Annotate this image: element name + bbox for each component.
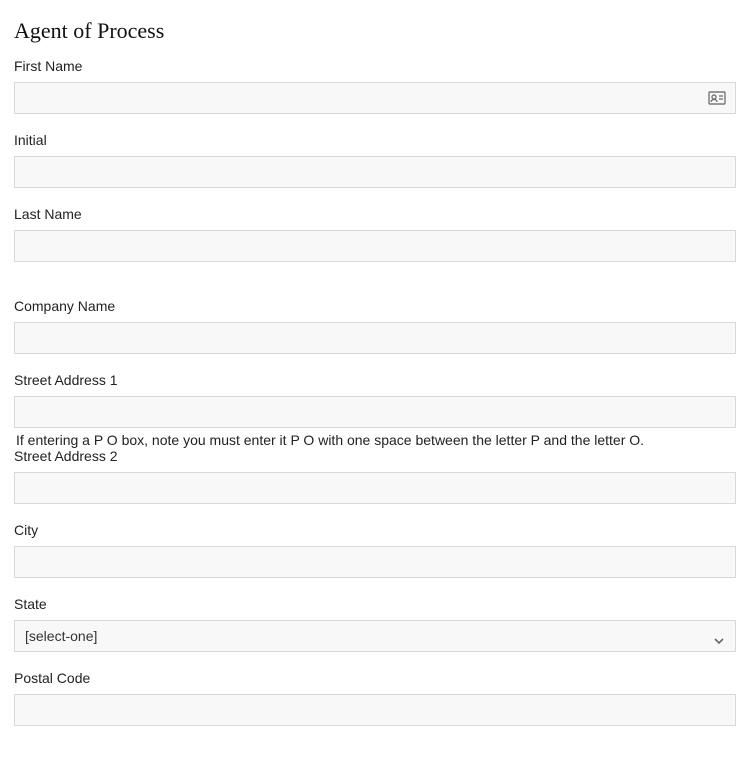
field-postal-code: Postal Code	[14, 670, 736, 726]
street-address-2-label: Street Address 2	[14, 448, 736, 464]
street-address-2-input[interactable]	[14, 472, 736, 504]
postal-code-input[interactable]	[14, 694, 736, 726]
city-label: City	[14, 522, 736, 538]
field-first-name: First Name	[14, 58, 736, 114]
street-address-1-label: Street Address 1	[14, 372, 736, 388]
postal-code-label: Postal Code	[14, 670, 736, 686]
field-company-name: Company Name	[14, 298, 736, 354]
field-initial: Initial	[14, 132, 736, 188]
first-name-label: First Name	[14, 58, 736, 74]
field-city: City	[14, 522, 736, 578]
page-title: Agent of Process	[14, 18, 736, 44]
state-label: State	[14, 596, 736, 612]
field-last-name: Last Name	[14, 206, 736, 262]
field-state: State [select-one]	[14, 596, 736, 652]
street-address-1-help: If entering a P O box, note you must ent…	[14, 432, 736, 448]
first-name-input[interactable]	[14, 82, 736, 114]
city-input[interactable]	[14, 546, 736, 578]
company-name-input[interactable]	[14, 322, 736, 354]
field-street-address-1: Street Address 1 If entering a P O box, …	[14, 372, 736, 448]
field-street-address-2: Street Address 2	[14, 448, 736, 504]
state-select[interactable]: [select-one]	[14, 620, 736, 652]
last-name-label: Last Name	[14, 206, 736, 222]
last-name-input[interactable]	[14, 230, 736, 262]
street-address-1-input[interactable]	[14, 396, 736, 428]
initial-input[interactable]	[14, 156, 736, 188]
company-name-label: Company Name	[14, 298, 736, 314]
initial-label: Initial	[14, 132, 736, 148]
